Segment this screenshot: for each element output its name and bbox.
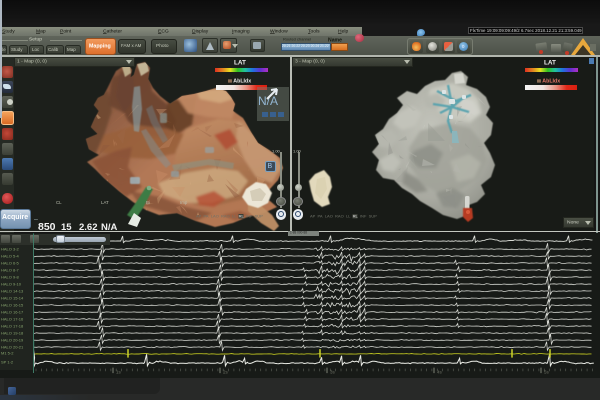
svg-text:4s: 4s	[437, 370, 443, 375]
svg-text:1s: 1s	[116, 370, 122, 375]
svg-text:2s: 2s	[223, 370, 229, 375]
svg-text:3s: 3s	[330, 370, 336, 375]
svg-text:5s: 5s	[544, 370, 550, 375]
